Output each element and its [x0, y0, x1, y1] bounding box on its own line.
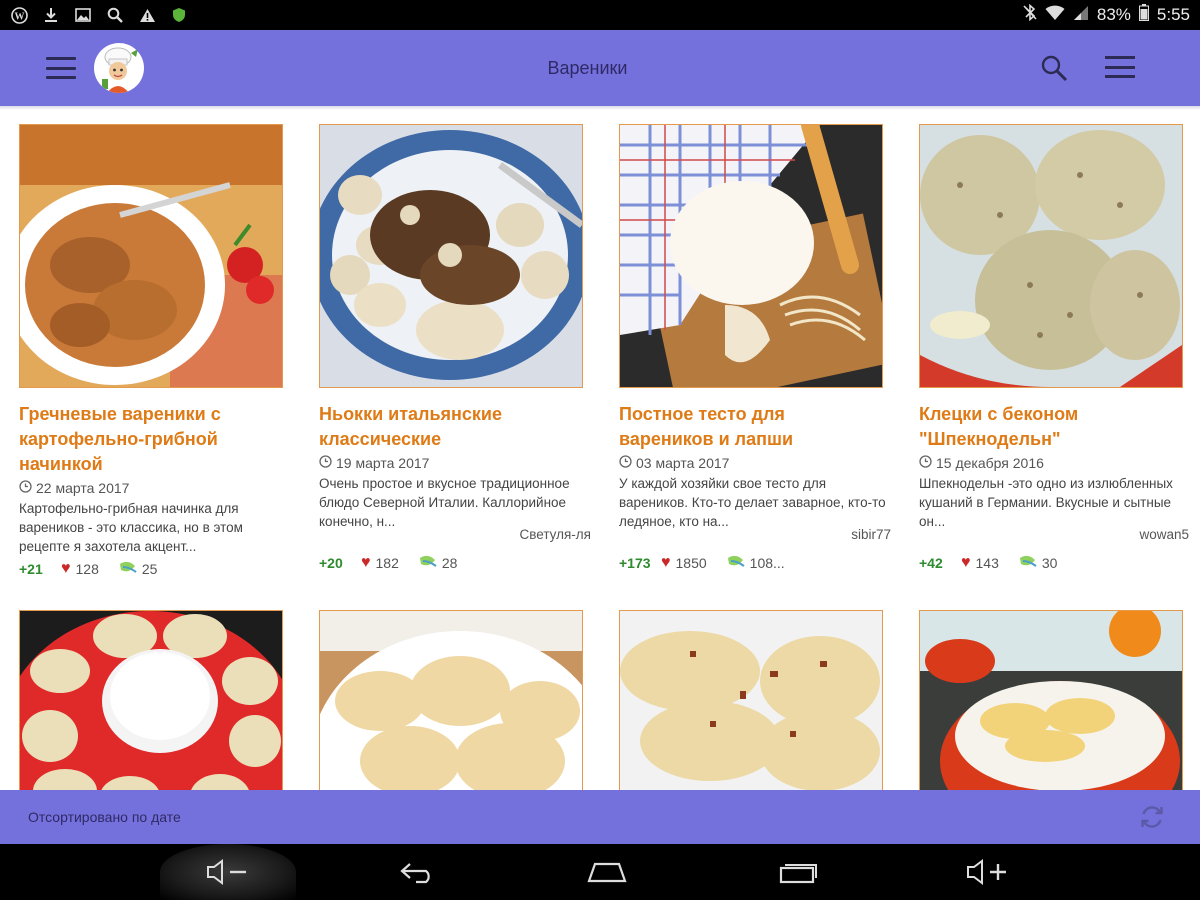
heart-icon[interactable]: ♥ — [661, 554, 671, 572]
clock-icon — [919, 455, 932, 471]
rating-count: +21 — [19, 561, 43, 577]
sort-label[interactable]: Отсортировано по дате — [28, 809, 181, 825]
drawer-menu-button[interactable] — [46, 57, 76, 79]
heart-icon[interactable]: ♥ — [361, 554, 371, 572]
recipe-card[interactable] — [319, 610, 599, 790]
app-bar: Вареники — [0, 30, 1200, 106]
recipe-stats: +20 ♥ 182 28 — [319, 554, 599, 572]
recipe-grid[interactable]: Гречневые вареники с картофельно-грибной… — [0, 110, 1200, 790]
recipe-date: 22 марта 2017 — [36, 480, 130, 496]
home-icon — [587, 862, 627, 883]
recipe-image-gnocchi[interactable] — [319, 124, 583, 388]
recipe-card[interactable]: Гречневые вареники с картофельно-грибной… — [19, 124, 299, 578]
volume-up-button[interactable] — [958, 844, 1018, 900]
recipe-date: 19 марта 2017 — [336, 455, 430, 471]
recipe-image-vareniki-plate[interactable] — [319, 610, 583, 790]
recipe-title[interactable]: Ньокки итальянские классические — [319, 402, 581, 452]
recipe-image-lenten-dough[interactable] — [619, 124, 883, 388]
comments-icon[interactable] — [419, 555, 437, 572]
back-icon — [400, 863, 430, 884]
shield-icon — [170, 6, 188, 24]
clock-icon — [619, 455, 632, 471]
refresh-icon — [1141, 806, 1163, 828]
recipe-description: Шпекнодельн -это одно из излюбленных куш… — [919, 476, 1173, 529]
battery-text: 83% — [1096, 5, 1131, 24]
recipe-card[interactable]: Постное тесто для вареников и лапши 03 м… — [619, 124, 899, 572]
recipe-description: У каждой хозяйки свое тесто для варенико… — [619, 476, 886, 529]
recipe-date: 15 декабря 2016 — [936, 455, 1044, 471]
rating-count: +173 — [619, 555, 651, 571]
recipe-image-vareniki-bacon[interactable] — [619, 610, 883, 790]
wordpress-icon: W — [10, 6, 28, 24]
volume-down-button[interactable] — [198, 844, 258, 900]
recipe-date: 03 марта 2017 — [636, 455, 730, 471]
rating-count: +42 — [919, 555, 943, 571]
comments-icon[interactable] — [119, 561, 137, 578]
volume-up-icon — [967, 859, 1006, 885]
overflow-menu-button[interactable] — [1105, 56, 1135, 78]
volume-down-icon — [207, 859, 246, 885]
likes-count: 143 — [975, 555, 999, 571]
page-title: Вареники — [547, 57, 628, 78]
wifi-icon — [1045, 5, 1065, 26]
likes-count: 1850 — [675, 555, 707, 571]
sort-bar: Отсортировано по дате — [0, 790, 1200, 844]
clock-icon — [319, 455, 332, 471]
recipe-description: Очень простое и вкусное традиционное блю… — [319, 476, 570, 529]
recipe-card[interactable] — [919, 610, 1199, 790]
comments-icon[interactable] — [1019, 555, 1037, 572]
image-icon — [74, 6, 92, 24]
heart-icon[interactable]: ♥ — [61, 560, 71, 578]
recipe-image-vareniki-sour-cream[interactable] — [19, 610, 283, 790]
recipe-image-speckknoedel[interactable] — [919, 124, 1183, 388]
comments-count: 108... — [749, 555, 785, 571]
recents-button[interactable] — [768, 844, 828, 900]
recipe-image-lazy-vareniki[interactable] — [919, 610, 1183, 790]
search-icon — [1041, 55, 1068, 82]
recipe-stats: +173 ♥ 1850 108... — [619, 554, 899, 572]
recipe-card[interactable] — [19, 610, 299, 790]
svg-text:W: W — [14, 11, 24, 22]
recipe-image-buckwheat-vareniki[interactable] — [19, 124, 283, 388]
refresh-button[interactable] — [1138, 803, 1166, 831]
bluetooth-off-icon — [1023, 3, 1037, 26]
warning-icon — [138, 6, 156, 24]
heart-icon[interactable]: ♥ — [961, 554, 971, 572]
recipe-stats: +42 ♥ 143 30 — [919, 554, 1199, 572]
recipe-card[interactable]: Ньокки итальянские классические 19 марта… — [319, 124, 599, 572]
recents-icon — [779, 864, 817, 884]
battery-icon — [1138, 4, 1149, 26]
comments-icon[interactable] — [727, 555, 745, 572]
rating-count: +20 — [319, 555, 343, 571]
recipe-card[interactable] — [619, 610, 899, 790]
back-button[interactable] — [388, 844, 448, 900]
recipe-card[interactable]: Клецки с беконом "Шпекнодельн" 15 декабр… — [919, 124, 1199, 572]
likes-count: 182 — [375, 555, 399, 571]
clock: 5:55 — [1156, 5, 1190, 24]
app-logo — [94, 43, 144, 93]
comments-count: 30 — [1041, 555, 1058, 571]
signal-icon — [1073, 5, 1089, 26]
search-icon — [106, 6, 124, 24]
recipe-title[interactable]: Гречневые вареники с картофельно-грибной… — [19, 402, 281, 477]
download-icon — [42, 6, 60, 24]
recipe-title[interactable]: Клецки с беконом "Шпекнодельн" — [919, 402, 1181, 452]
search-button[interactable] — [1040, 54, 1068, 82]
status-bar: W 83% 5:55 — [0, 0, 1200, 30]
home-button[interactable] — [577, 844, 637, 900]
comments-count: 25 — [141, 561, 158, 577]
comments-count: 28 — [441, 555, 458, 571]
recipe-title[interactable]: Постное тесто для вареников и лапши — [619, 402, 881, 452]
clock-icon — [19, 480, 32, 496]
likes-count: 128 — [75, 561, 99, 577]
recipe-author[interactable]: wowan5 — [919, 527, 1189, 542]
recipe-description: Картофельно-грибная начинка для варенико… — [19, 501, 243, 554]
recipe-stats: +21 ♥ 128 25 — [19, 560, 299, 578]
